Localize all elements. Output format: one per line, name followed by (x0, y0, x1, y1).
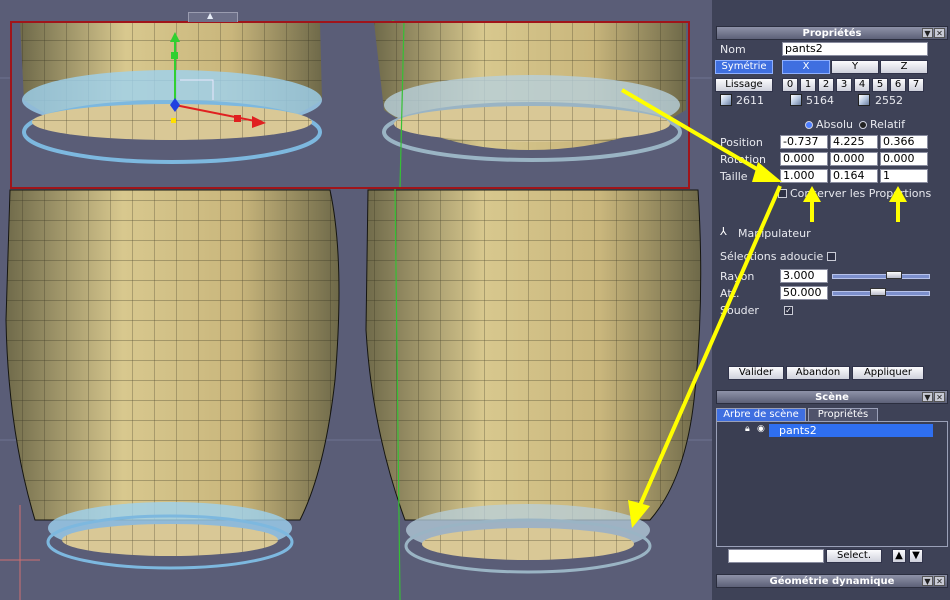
left-cuff-ring (46, 502, 294, 570)
3d-viewport[interactable]: ▲ (0, 0, 712, 600)
att-slider-thumb[interactable] (870, 288, 886, 296)
soft-selection-checkbox[interactable] (827, 252, 836, 261)
scroll-down-button[interactable]: ▼ (909, 549, 923, 563)
right-cuff-ring (404, 504, 652, 574)
position-label: Position (720, 136, 763, 149)
radius-field[interactable]: 3.000 (780, 269, 828, 283)
collapse-icon[interactable]: ▼ (922, 28, 933, 38)
weld-checkbox[interactable]: ✓ (784, 306, 793, 315)
edge-count-icon (790, 94, 802, 106)
left-leg-mesh (5, 189, 340, 521)
validate-button[interactable]: Valider (728, 366, 784, 380)
zoom-highlight-frame (10, 21, 690, 189)
scene-close-icon[interactable]: ✕ (934, 392, 945, 402)
absolute-radio[interactable] (805, 121, 813, 129)
properties-header: Propriétés ▼ ✕ (716, 26, 948, 40)
keep-proportions-label: Conserver les Proportions (790, 187, 932, 200)
manipulator-icon: ⅄ (720, 225, 727, 238)
size-y-field[interactable]: 0.164 (830, 169, 878, 183)
lock-icon[interactable]: 🔒︎ (745, 424, 750, 434)
keep-proportions-checkbox[interactable] (778, 189, 787, 198)
tab-scene-properties[interactable]: Propriétés (808, 408, 878, 421)
apply-button[interactable]: Appliquer (852, 366, 924, 380)
vertex-count-icon (720, 94, 732, 106)
visibility-icon[interactable]: ◉ (757, 424, 765, 434)
tab-scene-tree[interactable]: Arbre de scène (716, 408, 806, 421)
radius-slider[interactable] (832, 274, 930, 279)
vertex-count: 2611 (736, 94, 764, 107)
select-button[interactable]: Select. (826, 549, 882, 563)
dynamic-collapse-icon[interactable]: ▼ (922, 576, 933, 586)
face-count: 2552 (875, 94, 903, 107)
dynamic-close-icon[interactable]: ✕ (934, 576, 945, 586)
dynamic-geometry-header: Géométrie dynamique ▼ ✕ (716, 574, 948, 588)
relative-label: Relatif (870, 118, 905, 131)
smoothing-level-3[interactable]: 3 (836, 78, 852, 92)
position-z-field[interactable]: 0.366 (880, 135, 928, 149)
soft-selection-label: Sélections adoucie (720, 250, 824, 263)
dynamic-geometry-title: Géométrie dynamique (769, 576, 895, 587)
scroll-up-button[interactable]: ▲ (892, 549, 906, 563)
abandon-button[interactable]: Abandon (786, 366, 850, 380)
smoothing-level-4[interactable]: 4 (854, 78, 870, 92)
properties-title: Propriétés (802, 28, 862, 39)
rotation-z-field[interactable]: 0.000 (880, 152, 928, 166)
right-panel: Propriétés ▼ ✕ Nom pants2 Symétrie X Y Z… (712, 0, 950, 600)
rotation-y-field[interactable]: 0.000 (830, 152, 878, 166)
face-count-icon (858, 94, 870, 106)
viewport-top-tab[interactable]: ▲ (188, 11, 238, 22)
size-label: Taille (720, 170, 748, 183)
rotation-x-field[interactable]: 0.000 (780, 152, 828, 166)
axis-z-button[interactable]: Z (880, 60, 928, 74)
absolute-label: Absolu (816, 118, 853, 131)
relative-radio[interactable] (859, 121, 867, 129)
smoothing-level-6[interactable]: 6 (890, 78, 906, 92)
att-label: Att. (720, 287, 740, 300)
axis-x-button[interactable]: X (782, 60, 830, 74)
axis-y-button[interactable]: Y (831, 60, 879, 74)
scene-title: Scène (815, 392, 849, 403)
scene-tree: 🔒︎ ◉ pants2 (716, 421, 948, 547)
scene-search-input[interactable] (728, 549, 824, 563)
edge-count: 5164 (806, 94, 834, 107)
position-x-field[interactable]: -0.737 (780, 135, 828, 149)
smoothing-level-1[interactable]: 1 (800, 78, 816, 92)
scene-item-pants2[interactable]: pants2 (769, 424, 933, 437)
radius-slider-thumb[interactable] (886, 271, 902, 279)
rotation-label: Rotation (720, 153, 767, 166)
close-icon[interactable]: ✕ (934, 28, 945, 38)
smoothing-level-2[interactable]: 2 (818, 78, 834, 92)
smoothing-button[interactable]: Lissage (715, 78, 773, 92)
symmetry-button[interactable]: Symétrie (715, 60, 773, 74)
name-label: Nom (720, 43, 746, 56)
name-field[interactable]: pants2 (782, 42, 928, 56)
smoothing-level-0[interactable]: 0 (782, 78, 798, 92)
radius-label: Rayon (720, 270, 755, 283)
scene-header: Scène ▼ ✕ (716, 390, 948, 404)
right-leg-mesh (365, 189, 702, 521)
smoothing-level-5[interactable]: 5 (872, 78, 888, 92)
smoothing-level-7[interactable]: 7 (908, 78, 924, 92)
size-x-field[interactable]: 1.000 (780, 169, 828, 183)
size-z-field[interactable]: 1 (880, 169, 928, 183)
weld-label: Souder (720, 304, 759, 317)
manipulator-label: Manipulateur (738, 227, 811, 240)
position-y-field[interactable]: 4.225 (830, 135, 878, 149)
scene-collapse-icon[interactable]: ▼ (922, 392, 933, 402)
att-field[interactable]: 50.000 (780, 286, 828, 300)
